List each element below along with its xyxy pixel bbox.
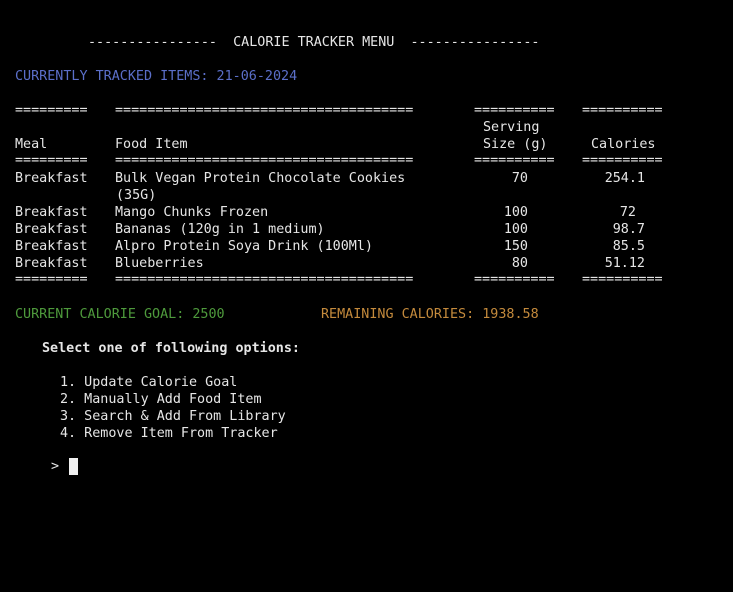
row-serving: 80	[511, 256, 528, 271]
text-cursor[interactable]	[69, 458, 78, 475]
row-food-continuation: (35G)	[116, 188, 157, 203]
row-food: Alpro Protein Soya Drink (100Ml)	[115, 239, 373, 254]
table-header-line2: Meal Food Item Size (g) Calories	[15, 136, 656, 153]
table-row: Breakfast Bulk Vegan Protein Chocolate C…	[15, 170, 645, 187]
tracked-items-heading: CURRENTLY TRACKED ITEMS: 21-06-2024	[15, 69, 298, 84]
rule-food: =====================================	[115, 103, 414, 118]
table-row: Breakfast Bananas (120g in 1 medium) 100…	[15, 221, 645, 238]
menu-title: ---------------- CALORIE TRACKER MENU --…	[88, 35, 540, 50]
table-header-line1: Serving	[15, 119, 539, 136]
rule-meal: =========	[15, 153, 88, 168]
menu-option-remove-item: 4. Remove Item From Tracker	[60, 426, 278, 441]
row-calories: 72	[619, 205, 636, 220]
row-food: Bulk Vegan Protein Chocolate Cookies	[115, 171, 406, 186]
row-calories: 85.5	[612, 239, 645, 254]
calorie-goal-text: CURRENT CALORIE GOAL: 2500	[15, 307, 225, 322]
header-calories: Calories	[591, 137, 656, 152]
row-meal: Breakfast	[15, 205, 88, 220]
rule-food: =====================================	[115, 272, 414, 287]
menu-option-search-library: 3. Search & Add From Library	[60, 409, 286, 424]
menu-option-add-food: 2. Manually Add Food Item	[60, 392, 262, 407]
rule-serving: ==========	[474, 103, 555, 118]
header-serving-line2: Size (g)	[483, 137, 548, 152]
table-row: Breakfast Alpro Protein Soya Drink (100M…	[15, 238, 645, 255]
row-serving: 100	[503, 222, 528, 237]
rule-meal: =========	[15, 272, 88, 287]
rule-calories: ==========	[582, 272, 663, 287]
menu-option-update-goal: 1. Update Calorie Goal	[60, 375, 238, 390]
row-calories: 98.7	[612, 222, 645, 237]
remaining-calories-text: REMAINING CALORIES: 1938.58	[321, 307, 539, 322]
table-header-rule: ========= ==============================…	[15, 152, 663, 169]
table-row-continuation: (35G)	[15, 187, 156, 204]
rule-serving: ==========	[474, 272, 555, 287]
header-meal: Meal	[15, 137, 48, 152]
row-serving: 70	[511, 171, 528, 186]
rule-calories: ==========	[582, 103, 663, 118]
row-meal: Breakfast	[15, 171, 88, 186]
table-row: Breakfast Mango Chunks Frozen 100 72	[15, 204, 636, 221]
row-meal: Breakfast	[15, 239, 88, 254]
rule-food: =====================================	[115, 153, 414, 168]
terminal-window: { "menu_title": "---------------- CALORI…	[0, 0, 733, 592]
header-food-item: Food Item	[115, 137, 188, 152]
rule-calories: ==========	[582, 153, 663, 168]
options-prompt: Select one of following options:	[42, 341, 300, 356]
header-serving-line1: Serving	[483, 120, 540, 135]
row-food: Blueberries	[115, 256, 204, 271]
rule-meal: =========	[15, 103, 88, 118]
row-serving: 100	[503, 205, 528, 220]
row-food: Bananas (120g in 1 medium)	[115, 222, 325, 237]
table-top-rule: ========= ==============================…	[15, 102, 663, 119]
table-row: Breakfast Blueberries 80 51.12	[15, 255, 645, 272]
row-meal: Breakfast	[15, 256, 88, 271]
table-bottom-rule: ========= ==============================…	[15, 271, 663, 288]
row-food: Mango Chunks Frozen	[115, 205, 269, 220]
row-serving: 150	[503, 239, 528, 254]
calorie-summary: CURRENT CALORIE GOAL: 2500 REMAINING CAL…	[15, 306, 539, 323]
input-prompt: >	[51, 459, 60, 474]
row-calories: 254.1	[604, 171, 645, 186]
row-calories: 51.12	[604, 256, 645, 271]
rule-serving: ==========	[474, 153, 555, 168]
row-meal: Breakfast	[15, 222, 88, 237]
